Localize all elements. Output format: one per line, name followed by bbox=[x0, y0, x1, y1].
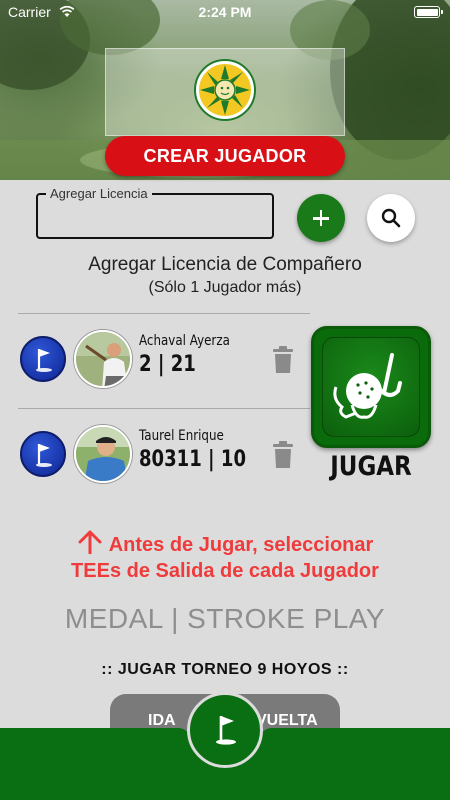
status-time: 2:24 PM bbox=[198, 4, 252, 20]
play-button[interactable] bbox=[311, 326, 431, 448]
club-logo bbox=[194, 59, 256, 121]
companion-subtitle: (Sólo 1 Jugador más) bbox=[148, 279, 302, 296]
player-license-handicap: 80311 | 10 bbox=[139, 447, 247, 472]
search-icon bbox=[381, 208, 401, 228]
tee-selector-button[interactable] bbox=[20, 336, 66, 382]
license-input-label: Agregar Licencia bbox=[46, 186, 152, 201]
warning-line-1: Antes de Jugar, seleccionar bbox=[108, 534, 374, 556]
search-button[interactable] bbox=[367, 194, 415, 242]
tournament-title: :: JUGAR TORNEO 9 HOYOS :: bbox=[101, 661, 349, 678]
golf-flag-icon bbox=[36, 349, 52, 372]
divider bbox=[18, 408, 310, 409]
create-player-button[interactable]: CREAR JUGADOR bbox=[105, 136, 345, 176]
avatar bbox=[74, 425, 132, 483]
tee-selector-button[interactable] bbox=[20, 431, 66, 477]
status-bar: Carrier 2:24 PM bbox=[0, 0, 450, 26]
player-row: Achaval Ayerza 2 | 21 bbox=[0, 318, 310, 408]
add-license-button[interactable] bbox=[297, 194, 345, 242]
companion-title: Agregar Licencia de Compañero bbox=[88, 254, 362, 275]
game-mode[interactable]: MEDAL | STROKE PLAY bbox=[0, 603, 450, 635]
logo-panel bbox=[105, 48, 345, 136]
golf-flag-icon bbox=[36, 444, 52, 467]
divider bbox=[18, 313, 310, 314]
center-home-button[interactable] bbox=[187, 692, 263, 768]
player-row: Taurel Enrique 80311 | 10 bbox=[0, 413, 310, 503]
tee-warning: Antes de Jugar, seleccionar TEEs de Sali… bbox=[0, 530, 450, 584]
warning-line-2: TEEs de Salida de cada Jugador bbox=[71, 560, 379, 582]
trash-icon[interactable] bbox=[272, 346, 294, 374]
player-name: Taurel Enrique bbox=[139, 428, 224, 444]
golf-ball-club-icon bbox=[333, 353, 402, 419]
battery-icon bbox=[414, 6, 443, 18]
play-label: JUGAR bbox=[330, 451, 412, 482]
player-license-handicap: 2 | 21 bbox=[139, 352, 196, 377]
player-name: Achaval Ayerza bbox=[139, 333, 230, 349]
trash-icon[interactable] bbox=[272, 441, 294, 469]
golf-flag-icon bbox=[216, 716, 236, 745]
avatar bbox=[74, 330, 132, 388]
up-arrow-icon bbox=[78, 530, 102, 554]
